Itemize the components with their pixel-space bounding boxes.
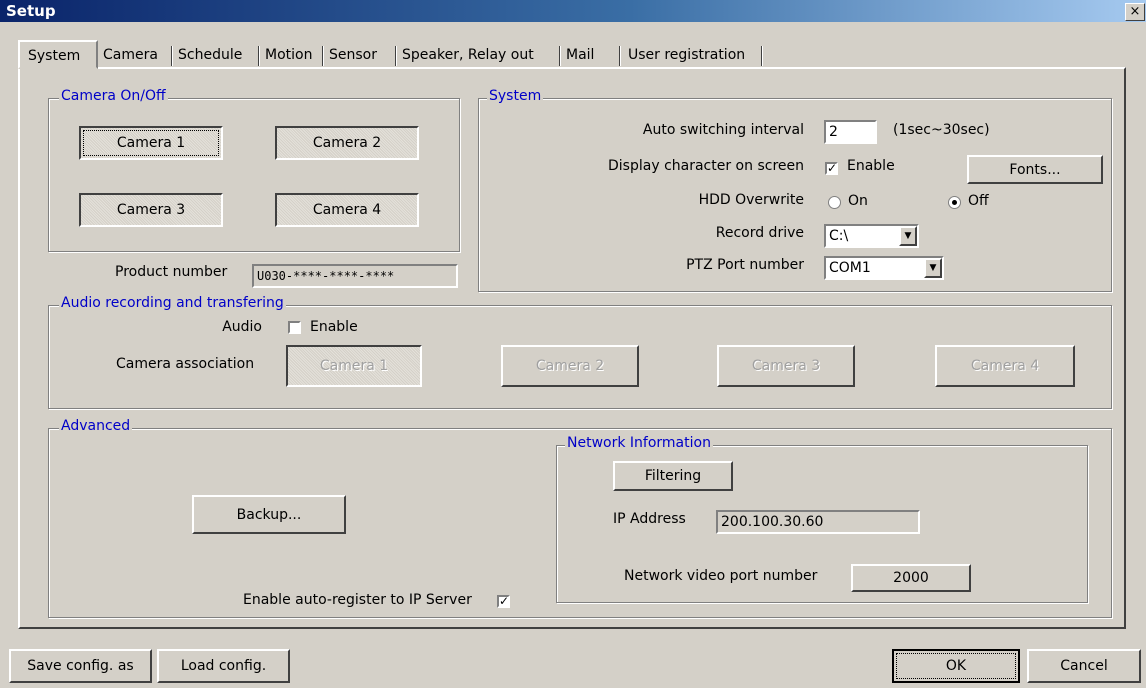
camera2-toggle-button[interactable]: Camera 2 — [275, 126, 419, 160]
ip-address-label: IP Address — [613, 511, 686, 527]
audio-enable-checkbox[interactable] — [288, 321, 301, 334]
product-number-label: Product number — [115, 264, 228, 280]
tab-user-registration[interactable]: User registration — [625, 42, 745, 68]
tab-sensor[interactable]: Sensor — [326, 42, 377, 68]
filtering-button[interactable]: Filtering — [613, 461, 733, 491]
tab-divider — [559, 46, 561, 66]
tab-divider — [258, 46, 260, 66]
hdd-off-radio[interactable] — [948, 196, 961, 209]
auto-register-checkbox[interactable]: ✓ — [497, 595, 510, 608]
tab-mail[interactable]: Mail — [563, 42, 594, 68]
tab-speaker-relay[interactable]: Speaker, Relay out — [399, 42, 534, 68]
audio-legend: Audio recording and transfering — [59, 295, 286, 311]
tab-motion[interactable]: Motion — [262, 42, 312, 68]
window-title: Setup — [6, 2, 56, 20]
auto-switch-input[interactable]: 2 — [824, 120, 877, 144]
dropdown-arrow-icon[interactable]: ▼ — [924, 258, 942, 278]
auto-switch-range: (1sec~30sec) — [893, 122, 990, 138]
tab-divider — [619, 46, 621, 66]
assoc-camera1-button[interactable]: Camera 1 — [286, 345, 422, 387]
assoc-camera4-button[interactable]: Camera 4 — [935, 345, 1075, 387]
hdd-overwrite-label: HDD Overwrite — [698, 192, 804, 208]
tab-divider — [171, 46, 173, 66]
ip-address-field: 200.100.30.60 — [716, 510, 920, 534]
record-drive-label: Record drive — [715, 225, 804, 241]
camera1-toggle-button[interactable]: Camera 1 — [79, 126, 223, 160]
audio-label: Audio — [222, 319, 262, 335]
auto-switch-label: Auto switching interval — [642, 122, 804, 138]
fonts-button[interactable]: Fonts... — [967, 155, 1103, 184]
display-enable-label: Enable — [847, 158, 895, 174]
camera-association-label: Camera association — [116, 356, 255, 372]
tab-system[interactable]: System — [18, 40, 98, 69]
product-number-field: U030-****-****-**** — [252, 264, 458, 288]
record-drive-select[interactable]: C:\ ▼ — [824, 224, 919, 248]
tab-divider — [322, 46, 324, 66]
tab-divider — [761, 46, 763, 66]
ptz-port-select[interactable]: COM1 ▼ — [824, 256, 944, 280]
ok-button[interactable]: OK — [892, 649, 1020, 683]
assoc-camera2-button[interactable]: Camera 2 — [501, 345, 639, 387]
camera4-toggle-button[interactable]: Camera 4 — [275, 193, 419, 227]
backup-button[interactable]: Backup... — [192, 495, 346, 534]
cancel-button[interactable]: Cancel — [1027, 649, 1141, 683]
system-legend: System — [487, 88, 544, 104]
record-drive-value: C:\ — [829, 228, 849, 244]
camera3-toggle-button[interactable]: Camera 3 — [79, 193, 223, 227]
ptz-port-label: PTZ Port number — [686, 257, 804, 273]
save-config-button[interactable]: Save config. as — [9, 649, 152, 683]
display-char-label: Display character on screen — [608, 158, 804, 174]
title-bar: Setup × — [0, 0, 1146, 22]
tab-camera[interactable]: Camera — [100, 42, 158, 68]
port-number-field[interactable]: 2000 — [851, 564, 971, 592]
audio-enable-label: Enable — [310, 319, 358, 335]
advanced-legend: Advanced — [59, 418, 133, 434]
assoc-camera3-button[interactable]: Camera 3 — [717, 345, 855, 387]
tab-divider — [395, 46, 397, 66]
hdd-on-label: On — [848, 193, 868, 209]
display-enable-checkbox[interactable]: ✓ — [825, 162, 838, 175]
hdd-off-label: Off — [968, 193, 989, 209]
camera-onoff-legend: Camera On/Off — [59, 88, 168, 104]
network-legend: Network Information — [565, 435, 713, 451]
hdd-on-radio[interactable] — [828, 196, 841, 209]
tab-schedule[interactable]: Schedule — [175, 42, 242, 68]
auto-register-label: Enable auto-register to IP Server — [243, 592, 472, 608]
close-icon[interactable]: × — [1125, 3, 1145, 21]
ptz-port-value: COM1 — [829, 260, 871, 276]
load-config-button[interactable]: Load config. — [157, 649, 290, 683]
port-number-label: Network video port number — [624, 568, 818, 584]
dropdown-arrow-icon[interactable]: ▼ — [899, 226, 917, 246]
camera-onoff-group: Camera On/Off — [48, 88, 460, 252]
